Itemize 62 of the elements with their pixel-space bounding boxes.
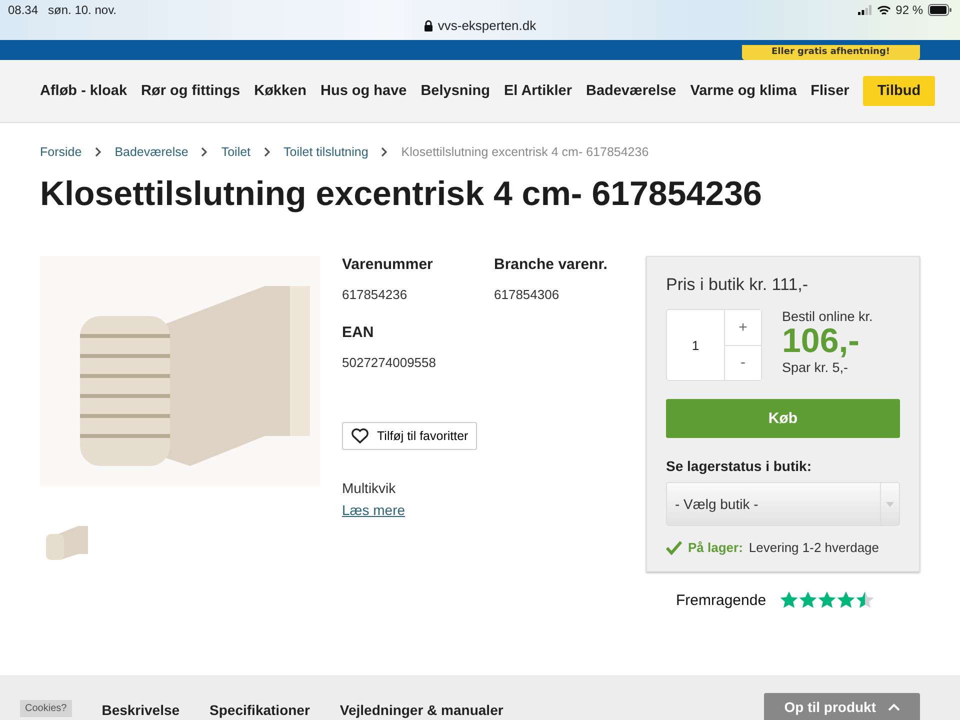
section-tab[interactable]: Beskrivelse [102,702,180,720]
nav-link[interactable]: Hus og have [320,83,407,99]
nav-link[interactable]: Rør og fittings [141,83,240,99]
signal-icon [858,5,872,15]
nav-link[interactable]: Afløb - kloak [40,83,128,99]
spec-label: Varenummer [342,256,434,273]
store-price: Pris i butik kr. 111,- [666,275,810,295]
nav-link[interactable]: El Artikler [504,83,572,99]
stock-heading: Se lagerstatus i butik: [666,458,812,474]
date-text: søn. 10. nov. [48,3,117,17]
heart-icon [351,428,369,444]
chevron-up-icon [888,702,900,710]
star-icon [780,591,798,609]
promo-banner[interactable]: Eller gratis afhentning! [742,45,920,60]
back-to-product-button[interactable]: Op til produkt [764,693,920,720]
nav-link[interactable]: Varme og klima [690,83,797,99]
star-icon [818,591,836,609]
spec-label: Branche varenr. [494,256,608,273]
nav-link[interactable]: Fliser [810,83,850,99]
breadcrumb-link[interactable]: Toilet tilslutning [284,145,368,159]
battery-icon [928,4,952,16]
spec-value: 617854306 [494,287,560,302]
nav-link[interactable]: Belysning [420,83,490,99]
online-price: 106,- [782,324,860,360]
spec-value: 5027274009558 [342,355,437,370]
saving-text: Spar kr. 5,- [782,360,850,375]
section-tab[interactable]: Specifikationer [210,702,310,720]
chevron-right-icon [381,147,388,157]
breadcrumb-link[interactable]: Toilet [221,145,251,159]
online-price-label: Bestil online kr. [782,309,873,324]
chevron-right-icon [201,147,208,157]
star-icon [799,591,818,609]
delivery-text: Levering 1-2 hverdage [748,540,880,555]
clock-time: 08.34 [8,3,38,17]
increase-button[interactable]: + [725,310,761,346]
nav-link[interactable]: Badeværelse [586,83,676,99]
breadcrumb-link[interactable]: Forside [40,145,82,159]
description-text: Multikvik [342,480,397,496]
nav-link[interactable]: Køkken [254,83,306,99]
chevron-right-icon [94,147,102,157]
url-text[interactable]: vvs-eksperten.dk [438,18,536,33]
stock-status: På lager: [688,540,743,555]
read-more-link[interactable]: Læs mere [342,502,406,518]
wifi-icon [876,4,891,16]
cookie-badge[interactable]: Cookies? [20,700,72,717]
add-to-favorites-button[interactable]: Tilføj til favoritter [342,422,478,450]
battery-percent: 92 % [896,3,923,17]
spec-label: EAN [342,324,375,341]
dropdown-arrow-icon [886,502,894,506]
store-select[interactable]: - Vælg butik - [666,482,900,526]
star-icon [837,591,856,609]
spec-value: 617854236 [342,287,408,302]
breadcrumb-link[interactable]: Badeværelse [114,145,188,159]
section-tab[interactable]: Vejledninger & manualer [340,702,504,720]
checkmark-icon [666,540,682,554]
offers-button[interactable]: Tilbud [863,76,935,106]
rating-label: Fremragende [676,592,766,608]
lock-icon [424,20,433,32]
star-icon [856,591,874,609]
product-title: Klosettilslutning excentrisk 4 cm- 617854236 [40,175,763,214]
breadcrumb-current: Klosettilslutning excentrisk 4 cm- 617854236 [401,145,649,159]
chevron-right-icon [264,147,271,157]
